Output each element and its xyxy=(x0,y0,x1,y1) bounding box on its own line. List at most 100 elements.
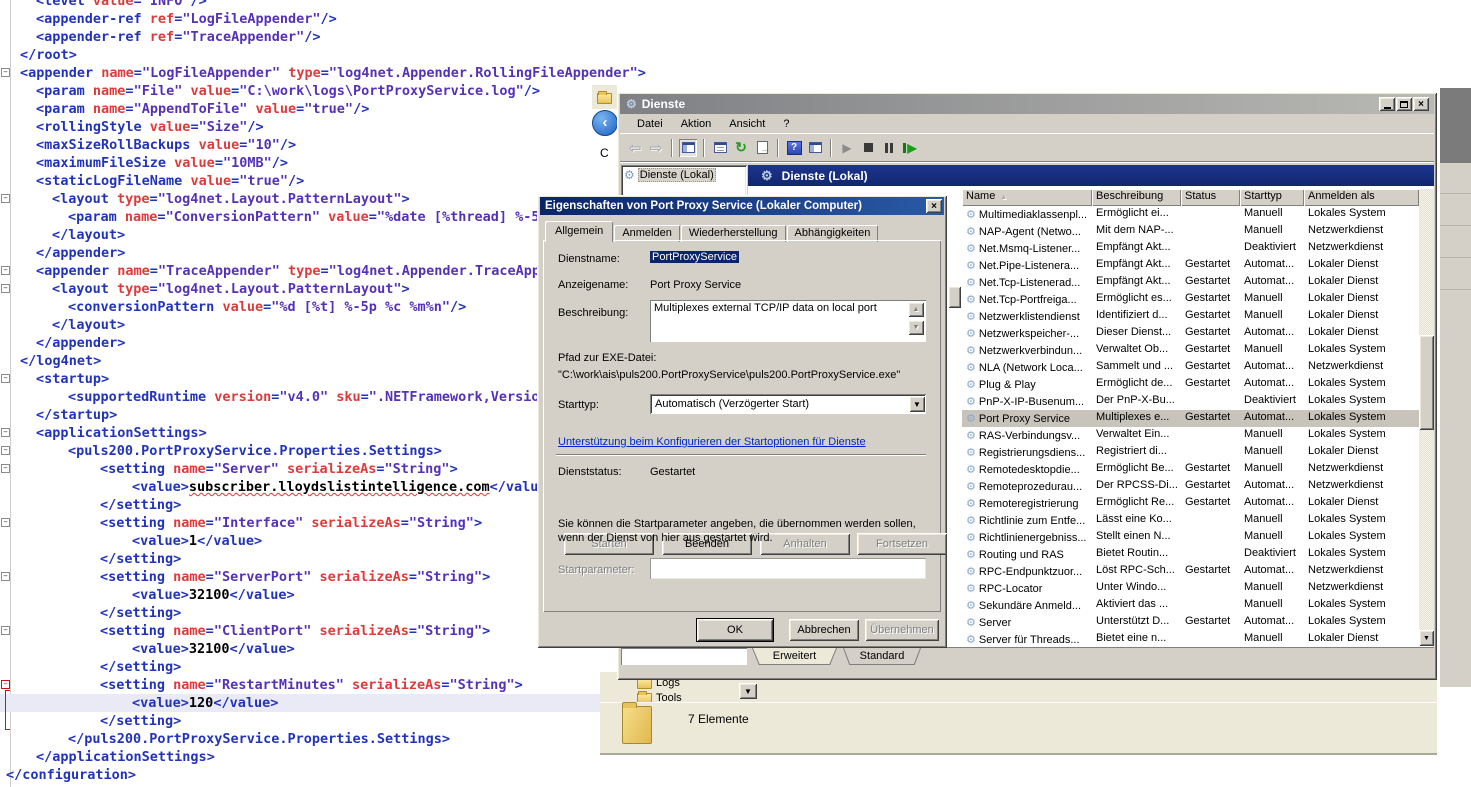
code-line: <setting name="RestartMinutes" serialize… xyxy=(0,676,523,694)
service-row[interactable]: ⚙Sekundäre Anmeld...Aktiviert das ...Man… xyxy=(962,597,1420,614)
service-row[interactable]: ⚙RPC-LocatorUnter Windo...ManuellNetzwer… xyxy=(962,580,1420,597)
refresh-icon[interactable]: ↻ xyxy=(732,139,750,157)
service-row[interactable]: ⚙Net.Tcp-Portfreiga...Ermöglicht es...Ge… xyxy=(962,291,1420,308)
fold-toggle-icon[interactable]: − xyxy=(1,68,10,77)
column-header[interactable]: Anmelden als xyxy=(1304,189,1419,206)
maximize-button[interactable] xyxy=(1396,97,1412,111)
scrollbar-thumb[interactable] xyxy=(1419,335,1434,430)
service-gear-icon: ⚙ xyxy=(966,447,976,459)
service-row[interactable]: ⚙Remotedesktopdie...Ermöglicht Be...Gest… xyxy=(962,461,1420,478)
back-button[interactable]: ‹ xyxy=(592,110,618,136)
panel-scrollbar-thumb[interactable] xyxy=(948,286,961,308)
menu-item-ansicht[interactable]: Ansicht xyxy=(720,116,774,132)
fold-toggle-icon[interactable]: − xyxy=(1,680,10,689)
service-row[interactable]: ⚙Richtlinie zum Entfe...Lässt eine Ko...… xyxy=(962,512,1420,529)
restart-service-icon[interactable]: ▶ xyxy=(901,139,919,157)
übernehmen-button[interactable]: Übernehmen xyxy=(865,619,939,641)
service-row[interactable]: ⚙NAP-Agent (Netwo...Mit dem NAP-...Manue… xyxy=(962,223,1420,240)
dialog-tab-allgemein[interactable]: Allgemein xyxy=(545,221,613,242)
pause-service-icon[interactable] xyxy=(880,139,898,157)
service-row[interactable]: ⚙Richtlinienergebniss...Stellt einen N..… xyxy=(962,529,1420,546)
fold-toggle-icon[interactable]: − xyxy=(1,518,10,527)
service-gear-icon: ⚙ xyxy=(966,566,976,578)
scroll-up-icon[interactable]: ▲ xyxy=(908,302,924,317)
fold-toggle-icon[interactable]: − xyxy=(1,374,10,383)
code-line: </applicationSettings> xyxy=(0,748,215,766)
service-row[interactable]: ⚙Server für Threads...Bietet eine n...Ma… xyxy=(962,631,1420,646)
startoptions-help-link[interactable]: Unterstützung beim Konfigurieren der Sta… xyxy=(558,436,866,448)
service-row[interactable]: ⚙Net.Tcp-Listenerad...Empfängt Akt...Ges… xyxy=(962,274,1420,291)
startparameter-input[interactable] xyxy=(650,558,926,579)
beschreibung-textbox[interactable]: Multiplexes external TCP/IP data on loca… xyxy=(650,300,926,342)
column-header[interactable]: Beschreibung xyxy=(1092,189,1181,206)
service-row[interactable]: ⚙NetzwerklistendienstIdentifiziert d...G… xyxy=(962,308,1420,325)
show-console-tree-icon[interactable] xyxy=(679,139,697,157)
tree-item-dienste-lokal[interactable]: ⚙ Dienste (Lokal) xyxy=(624,168,716,182)
forward-icon[interactable]: ⇨ xyxy=(647,139,665,157)
service-row[interactable]: ⚙Netzwerkspeicher-...Dieser Dienst...Ges… xyxy=(962,325,1420,342)
service-row[interactable]: ⚙PnP-X-IP-Busenum...Der PnP-X-Bu...Deakt… xyxy=(962,393,1420,410)
back-icon[interactable]: ⇦ xyxy=(626,139,644,157)
stop-service-icon[interactable] xyxy=(859,139,877,157)
service-gear-icon: ⚙ xyxy=(966,634,976,646)
selection-bracket xyxy=(5,690,10,730)
service-row[interactable]: ⚙RemoteregistrierungErmöglicht Re...Gest… xyxy=(962,495,1420,512)
fold-toggle-icon[interactable]: − xyxy=(1,194,10,203)
combo-dropdown-button[interactable]: ▼ xyxy=(739,683,757,699)
column-header[interactable]: Name▲ xyxy=(962,189,1092,206)
dialog-close-icon[interactable]: × xyxy=(926,199,942,213)
dialog-tabs: AllgemeinAnmeldenWiederherstellungAbhäng… xyxy=(545,220,879,242)
service-row[interactable]: ⚙Netzwerkverbindun...Verwaltet Ob...Gest… xyxy=(962,342,1420,359)
fold-toggle-icon[interactable]: − xyxy=(1,428,10,437)
fold-toggle-icon[interactable]: − xyxy=(1,464,10,473)
menu-item-datei[interactable]: Datei xyxy=(628,116,672,132)
start-service-icon[interactable]: ▶ xyxy=(838,139,856,157)
service-gear-icon: ⚙ xyxy=(966,328,976,340)
dienstname-value[interactable]: PortProxyService xyxy=(650,251,739,263)
services-table: ⚙Multimediaklassenpl...Ermöglicht ei...M… xyxy=(962,206,1420,646)
dialog-titlebar[interactable]: Eigenschaften von Port Proxy Service (Lo… xyxy=(540,197,944,215)
service-gear-icon: ⚙ xyxy=(966,617,976,629)
fold-toggle-icon[interactable]: − xyxy=(1,626,10,635)
service-row[interactable]: ⚙Registrierungsdiens...Registriert di...… xyxy=(962,444,1420,461)
minimize-button[interactable] xyxy=(1379,97,1395,111)
properties-icon[interactable] xyxy=(711,139,729,157)
service-row[interactable]: ⚙ServerUnterstützt D...GestartetAutomat.… xyxy=(962,614,1420,631)
menu-item-?[interactable]: ? xyxy=(774,116,798,132)
scroll-down-icon[interactable]: ▼ xyxy=(908,320,924,335)
fold-toggle-icon[interactable]: − xyxy=(1,446,10,455)
service-row[interactable]: ⚙Routing und RASBietet Routin...Deaktivi… xyxy=(962,546,1420,563)
service-row[interactable]: ⚙NLA (Network Loca...Sammelt und ...Gest… xyxy=(962,359,1420,376)
starttyp-combobox[interactable]: Automatisch (Verzögerter Start) xyxy=(650,394,926,414)
fold-toggle-icon[interactable]: − xyxy=(1,284,10,293)
service-row[interactable]: ⚙Multimediaklassenpl...Ermöglicht ei...M… xyxy=(962,206,1420,223)
service-row[interactable]: ⚙RPC-Endpunktzuor...Löst RPC-Sch...Gesta… xyxy=(962,563,1420,580)
starttyp-dropdown-icon[interactable]: ▼ xyxy=(909,396,925,412)
column-header[interactable]: Starttyp xyxy=(1240,189,1304,206)
services-window-titlebar[interactable]: ⚙ Dienste xyxy=(620,94,1434,114)
fold-toggle-icon[interactable]: − xyxy=(1,572,10,581)
view-tab-standard[interactable]: Standard xyxy=(843,648,921,665)
services-header-icon: ⚙ xyxy=(761,170,773,182)
service-row[interactable]: ⚙Net.Msmq-Listener...Empfängt Akt...Deak… xyxy=(962,240,1420,257)
scroll-down-button[interactable]: ▼ xyxy=(1419,630,1434,646)
column-header[interactable]: Status xyxy=(1181,189,1240,206)
service-row[interactable]: ⚙Net.Pipe-Listenera...Empfängt Akt...Ges… xyxy=(962,257,1420,274)
view-tab-erweitert[interactable]: Erweitert xyxy=(752,648,837,665)
bottom-panel-box xyxy=(621,648,747,665)
code-line: </layout> xyxy=(0,316,125,334)
service-row[interactable]: ⚙RAS-Verbindungsv...Verwaltet Ein...Manu… xyxy=(962,427,1420,444)
extended-view-icon[interactable] xyxy=(806,139,824,157)
menu-item-aktion[interactable]: Aktion xyxy=(672,116,721,132)
code-line: </setting> xyxy=(0,550,181,568)
service-row[interactable]: ⚙Plug & PlayErmöglicht de...GestartetAut… xyxy=(962,376,1420,393)
service-gear-icon: ⚙ xyxy=(966,362,976,374)
export-list-icon[interactable]: → xyxy=(753,139,771,157)
service-row[interactable]: ⚙Remoteprozedurau...Der RPCSS-Di...Gesta… xyxy=(962,478,1420,495)
abbrechen-button[interactable]: Abbrechen xyxy=(789,619,859,641)
service-row[interactable]: ⚙Port Proxy ServiceMultiplexes e...Gesta… xyxy=(962,410,1420,427)
help-icon[interactable]: ? xyxy=(785,139,803,157)
fold-toggle-icon[interactable]: − xyxy=(1,266,10,275)
close-button[interactable]: × xyxy=(1413,97,1429,111)
ok-button[interactable]: OK xyxy=(697,619,773,641)
